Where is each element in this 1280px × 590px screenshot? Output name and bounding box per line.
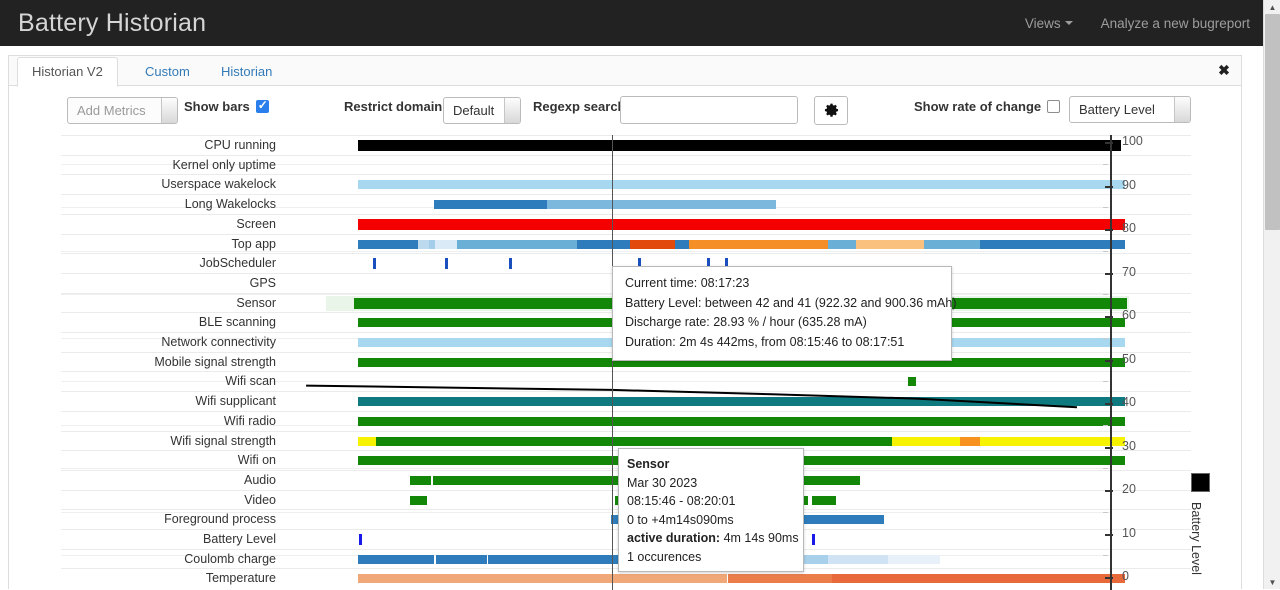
- historian-timeline-chart[interactable]: CPU running Kernel only uptime Userspace w…: [9, 135, 1243, 590]
- axis-tick-major: [1105, 403, 1113, 405]
- axis-tick-minor: [1103, 381, 1108, 383]
- axis-tick-minor: [1103, 294, 1108, 296]
- axis-tick-minor: [1103, 424, 1108, 426]
- axis-tick-minor: [1103, 468, 1108, 470]
- current-time-cursor[interactable]: [612, 135, 613, 590]
- axis-tick-label: 40: [1122, 395, 1136, 409]
- axis-tick-minor: [1103, 250, 1108, 252]
- legend-swatch-battery-level: [1191, 473, 1210, 492]
- y-axis: [1110, 135, 1112, 590]
- show-rate-of-change-group: Show rate of change: [914, 99, 1061, 114]
- regexp-search-input[interactable]: [620, 96, 798, 124]
- axis-tick-major: [1105, 446, 1113, 449]
- tooltip-line-duration: Duration: 2m 4s 442ms, from 08:15:46 to …: [625, 334, 905, 349]
- app-title: Battery Historian: [18, 8, 207, 37]
- close-icon[interactable]: ✖: [1213, 59, 1235, 81]
- legend-label-battery-level: Battery Level: [1189, 502, 1203, 575]
- regexp-search-input-group: [620, 96, 798, 124]
- gear-icon[interactable]: [814, 96, 848, 125]
- axis-tick-label: 20: [1122, 482, 1136, 496]
- sensor-tooltip: Sensor Mar 30 2023 08:15:46 - 08:20:01 0…: [618, 448, 804, 572]
- sensor-tooltip-title: Sensor: [627, 457, 670, 471]
- battery-level-polyline: [306, 384, 1078, 409]
- show-bars-label: Show bars: [184, 99, 250, 114]
- scroll-down-icon[interactable]: ▼: [1264, 575, 1280, 589]
- add-metrics-select[interactable]: Add Metrics: [67, 97, 178, 124]
- chevron-down-icon: [1064, 21, 1073, 25]
- add-metrics-group: Add Metrics: [67, 97, 178, 124]
- sensor-tooltip-range: 08:15:46 - 08:20:01: [627, 494, 736, 508]
- top-navbar: Battery Historian Views Analyze a new bu…: [0, 0, 1280, 46]
- axis-tick-label: 100: [1122, 135, 1143, 148]
- chart-toolbar: Add Metrics Show bars Restrict domain De…: [9, 87, 1243, 135]
- navbar-links: Views Analyze a new bugreport: [1011, 0, 1280, 46]
- axis-tick-label: 50: [1122, 351, 1136, 366]
- axis-tick-minor: [1103, 555, 1108, 557]
- axis-tick-minor: [1103, 511, 1108, 513]
- scrollbar-thumb[interactable]: [1265, 14, 1280, 230]
- axis-tick-minor: [1103, 337, 1108, 339]
- views-menu-label: Views: [1024, 15, 1061, 31]
- axis-tick-label: 80: [1122, 221, 1136, 235]
- sensor-tooltip-active-duration-label: active duration:: [627, 531, 721, 545]
- vertical-scrollbar[interactable]: ▲ ▼: [1263, 0, 1280, 589]
- sensor-tooltip-active-duration-value: 4m 14s 90ms: [723, 531, 799, 545]
- tab-bar: Historian V2 Custom Historian ✖: [9, 56, 1241, 87]
- tooltip-line-battery-level: Battery Level: between 42 and 41 (922.32…: [625, 295, 957, 310]
- axis-tick-minor: [1103, 207, 1108, 209]
- metric-select-group: Battery Level: [1069, 96, 1191, 123]
- settings-button-group: [814, 96, 848, 125]
- tab-historian[interactable]: Historian: [207, 58, 286, 87]
- axis-tick-label: 0: [1122, 569, 1129, 583]
- axis-tick-label: 60: [1122, 308, 1136, 322]
- metric-select[interactable]: Battery Level: [1069, 96, 1191, 123]
- axis-tick-major: [1105, 142, 1113, 144]
- axis-tick-major: [1105, 359, 1113, 362]
- legend: Battery Level: [1189, 473, 1229, 575]
- sensor-tooltip-date: Mar 30 2023: [627, 475, 698, 490]
- tab-custom[interactable]: Custom: [131, 58, 204, 87]
- analyze-new-bugreport-link[interactable]: Analyze a new bugreport: [1087, 0, 1264, 46]
- axis-tick-major: [1105, 533, 1113, 536]
- axis-tick-major: [1105, 577, 1113, 579]
- show-rate-of-change-checkbox[interactable]: [1047, 100, 1061, 113]
- sensor-tooltip-offset: 0 to +4m14s090ms: [627, 512, 734, 527]
- views-menu[interactable]: Views: [1011, 0, 1087, 46]
- restrict-domain-label: Restrict domain: [344, 99, 443, 114]
- scroll-up-icon[interactable]: ▲: [1264, 0, 1280, 14]
- axis-tick-minor: [1103, 163, 1108, 165]
- axis-tick-major: [1105, 490, 1113, 492]
- tooltip-line-discharge-rate: Discharge rate: 28.93 % / hour (635.28 m…: [625, 315, 867, 330]
- axis-tick-label: 90: [1122, 177, 1136, 192]
- axis-tick-major: [1105, 185, 1113, 188]
- show-rate-of-change-label: Show rate of change: [914, 99, 1042, 114]
- restrict-domain-select[interactable]: Default: [443, 97, 521, 124]
- regexp-search-label: Regexp search: [533, 99, 626, 114]
- sensor-tooltip-active-duration: active duration: 4m 14s 90ms: [619, 529, 803, 548]
- tab-historian-v2[interactable]: Historian V2: [17, 57, 118, 87]
- show-bars-group: Show bars: [184, 98, 269, 114]
- historian-panel: Historian V2 Custom Historian ✖ Add Metr…: [8, 55, 1243, 590]
- sensor-tooltip-occurrences: 1 occurences: [627, 549, 702, 564]
- restrict-domain-group: Restrict domain: [344, 99, 442, 114]
- tooltip-line-current-time: Current time: 08:17:23: [625, 276, 750, 290]
- show-bars-checkbox[interactable]: [255, 98, 269, 113]
- regexp-search-group: Regexp search: [533, 99, 626, 114]
- axis-tick-major: [1105, 229, 1113, 231]
- axis-tick-label: 30: [1122, 438, 1136, 453]
- axis-tick-major: [1105, 272, 1113, 275]
- axis-tick-label: 10: [1122, 525, 1136, 540]
- restrict-domain-select-group: Default: [443, 97, 521, 124]
- current-time-tooltip: Current time: 08:17:23 Battery Level: be…: [612, 266, 957, 362]
- axis-tick-label: 70: [1122, 264, 1136, 279]
- axis-tick-major: [1105, 316, 1113, 318]
